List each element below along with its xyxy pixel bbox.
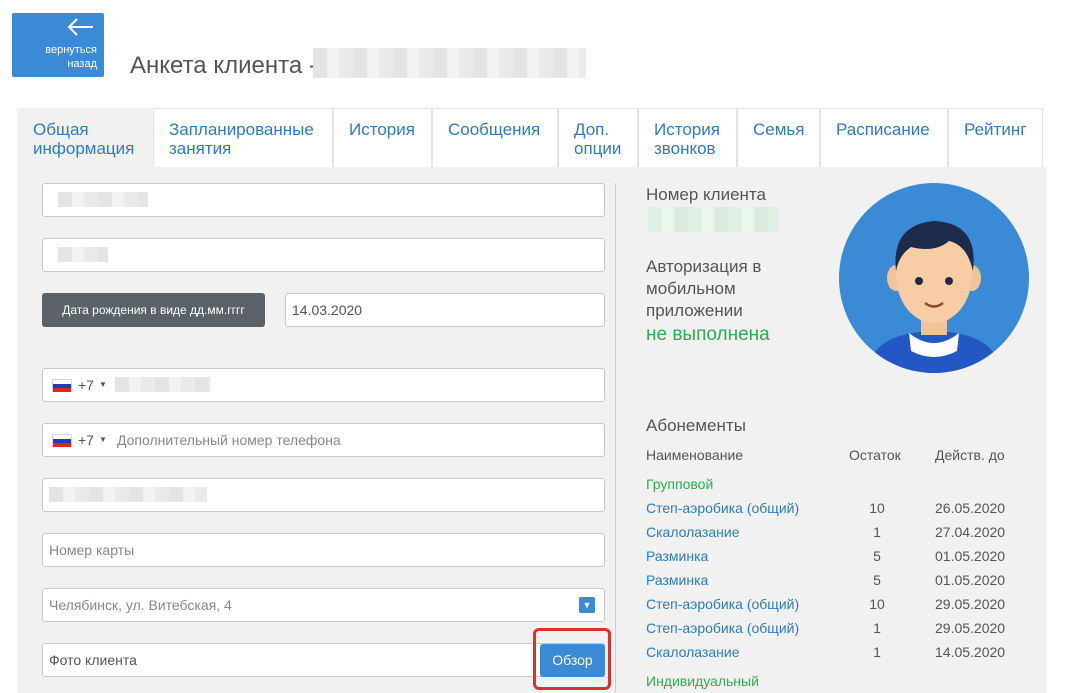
user-avatar-icon — [869, 221, 999, 373]
chevron-down-icon[interactable]: ▼ — [99, 424, 107, 456]
group-label: Групповой — [646, 476, 714, 492]
tab-schedule[interactable]: Расписание — [820, 108, 948, 167]
subscription-valid: 01.05.2020 — [935, 572, 1006, 588]
subscription-name[interactable]: Разминка — [646, 572, 708, 588]
first-name-field[interactable] — [42, 238, 605, 272]
col-header-remain: Остаток — [849, 447, 901, 463]
chevron-down-icon[interactable]: ▼ — [579, 597, 595, 613]
tab-history[interactable]: История — [333, 108, 432, 167]
subscription-name[interactable]: Степ-аэробика (общий) — [646, 620, 799, 636]
column-divider — [615, 183, 616, 693]
client-number-redacted — [648, 207, 778, 232]
tab-family[interactable]: Семья — [737, 108, 820, 167]
group-label: Индивидуальный — [646, 673, 759, 689]
email-field[interactable] — [42, 478, 605, 512]
extra-phone-placeholder: Дополнительный номер телефона — [117, 432, 341, 448]
subscription-remain: 5 — [873, 548, 881, 564]
subscription-valid: 27.04.2020 — [935, 524, 1006, 540]
avatar — [839, 183, 1029, 373]
back-button[interactable]: вернуться назад — [12, 13, 104, 77]
subscription-remain: 10 — [869, 500, 885, 516]
browse-button[interactable]: Обзор — [540, 644, 605, 677]
col-header-name: Наименование — [646, 447, 744, 463]
address-select[interactable]: Челябинск, ул. Витебская, 4 ▼ — [42, 588, 605, 622]
dob-label: Дата рождения в виде дд.мм.гггг — [42, 293, 265, 327]
tab-general[interactable]: Общая информация — [17, 108, 153, 167]
arrow-left-icon — [67, 18, 93, 36]
card-number-input[interactable]: Номер карты — [42, 533, 605, 567]
subscription-name[interactable]: Скалолазание — [646, 644, 739, 660]
tab-extra-options[interactable]: Доп. опции — [558, 108, 638, 167]
redacted-value — [58, 247, 108, 262]
subscription-name[interactable]: Скалолазание — [646, 524, 739, 540]
tab-call-history[interactable]: История звонков — [638, 108, 737, 167]
country-code: +7 — [78, 432, 94, 448]
redacted-value — [58, 192, 148, 207]
client-number-label: Номер клиента — [646, 185, 766, 204]
russia-flag-icon[interactable] — [52, 379, 72, 392]
tab-rating[interactable]: Рейтинг — [948, 108, 1043, 167]
col-header-valid: Действ. до — [935, 447, 1005, 463]
subscription-name[interactable]: Разминка — [646, 548, 708, 564]
phone-field[interactable]: +7 ▼ — [42, 368, 605, 402]
subscription-valid: 29.05.2020 — [935, 596, 1006, 612]
country-code: +7 — [78, 377, 94, 393]
dob-input[interactable]: 14.03.2020 — [285, 293, 605, 327]
subscription-remain: 1 — [873, 620, 881, 636]
client-name-redacted — [313, 48, 586, 78]
subscription-valid: 14.05.2020 — [935, 644, 1006, 660]
subscription-valid: 29.05.2020 — [935, 620, 1006, 636]
subscriptions-title: Абонементы — [646, 416, 746, 435]
russia-flag-icon[interactable] — [52, 434, 72, 447]
back-button-label: вернуться назад — [45, 44, 97, 70]
page-title: Анкета клиента - — [130, 52, 317, 79]
auth-label: Авторизация в мобильном приложении — [646, 257, 762, 320]
subscription-remain: 10 — [869, 596, 885, 612]
redacted-value — [49, 487, 207, 502]
auth-status: не выполнена — [646, 324, 770, 345]
subscription-remain: 1 — [873, 524, 881, 540]
subscription-valid: 26.05.2020 — [935, 500, 1006, 516]
tab-scheduled[interactable]: Запланированные занятия — [153, 108, 333, 167]
last-name-field[interactable] — [42, 183, 605, 217]
subscription-remain: 5 — [873, 572, 881, 588]
subscription-valid: 01.05.2020 — [935, 548, 1006, 564]
subscription-name[interactable]: Степ-аэробика (общий) — [646, 500, 799, 516]
extra-phone-field[interactable]: +7 ▼ Дополнительный номер телефона — [42, 423, 605, 457]
tab-messages[interactable]: Сообщения — [432, 108, 558, 167]
subscription-remain: 1 — [873, 644, 881, 660]
chevron-down-icon[interactable]: ▼ — [99, 369, 107, 401]
address-value: Челябинск, ул. Витебская, 4 — [49, 597, 232, 613]
subscription-name[interactable]: Степ-аэробика (общий) — [646, 596, 799, 612]
redacted-value — [115, 377, 211, 392]
photo-field: Фото клиента — [42, 643, 605, 677]
